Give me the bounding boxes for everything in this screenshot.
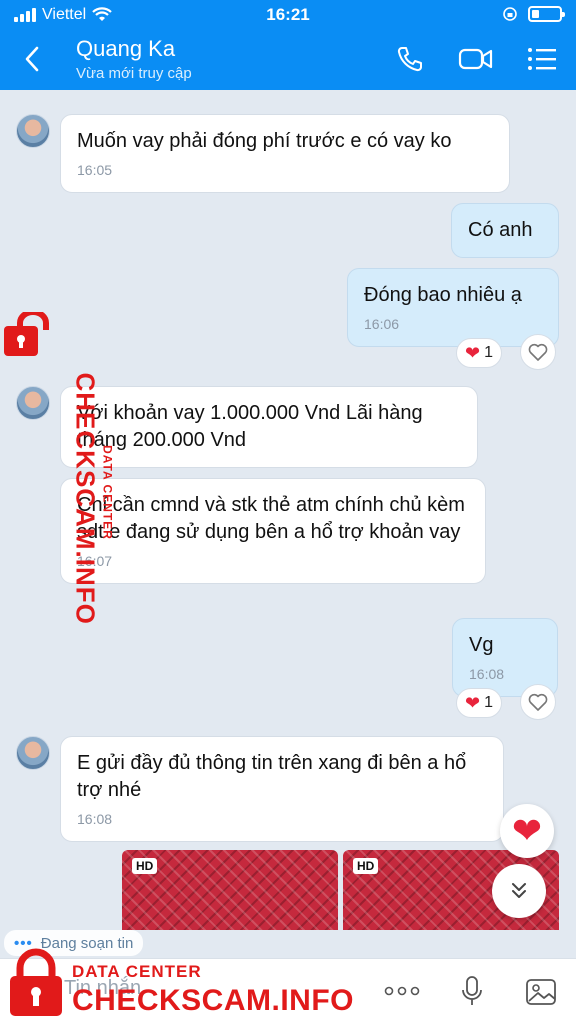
- avatar[interactable]: [16, 114, 50, 148]
- lock-icon: [4, 309, 49, 356]
- message-bubble[interactable]: Có anh: [451, 203, 559, 258]
- message-time: 16:05: [77, 162, 113, 178]
- lock-icon: [10, 948, 62, 1016]
- more-button[interactable]: [384, 973, 420, 1009]
- back-button[interactable]: [18, 42, 46, 76]
- chevron-down-icon: [512, 883, 526, 898]
- reaction-count: 1: [484, 694, 493, 711]
- message-text: E gửi đầy đủ thông tin trên xang đi bên …: [77, 752, 467, 801]
- message-text: Chỉ cần cmnd và stk thẻ atm chính chủ kè…: [77, 494, 465, 543]
- quick-react-button[interactable]: ❤: [500, 804, 554, 858]
- message-time: 16:06: [364, 316, 400, 332]
- input-actions: [384, 973, 560, 1009]
- reaction-badge[interactable]: ❤ 1: [456, 688, 502, 718]
- heart-icon: ❤: [465, 693, 481, 713]
- hd-badge: HD: [132, 858, 158, 874]
- voice-button[interactable]: [454, 973, 490, 1009]
- phone-icon: [397, 47, 422, 72]
- like-button[interactable]: [520, 334, 556, 370]
- like-icon: [528, 343, 548, 361]
- scroll-down-button[interactable]: [492, 864, 546, 918]
- reaction-badge[interactable]: ❤ 1: [456, 338, 502, 368]
- message-bubble[interactable]: Với khoản vay 1.000.000 Vnd Lãi hàng thá…: [60, 386, 478, 468]
- watermark-big: CHECKSCAM.INFO: [70, 372, 101, 625]
- mic-icon: [462, 976, 482, 1005]
- watermark-bottom-lock: [6, 948, 66, 1023]
- message-bubble[interactable]: Chỉ cần cmnd và stk thẻ atm chính chủ kè…: [60, 478, 486, 584]
- top-bar: Viettel 16:21 Quang Ka Vừa mới truy cập: [0, 0, 576, 90]
- avatar[interactable]: [16, 736, 50, 770]
- status-right: [502, 6, 565, 22]
- message-text: Muốn vay phải đóng phí trước e có vay ko: [77, 130, 452, 152]
- message-time: 16:08: [77, 811, 113, 827]
- more-icon: [384, 986, 420, 996]
- video-call-button[interactable]: [458, 42, 494, 76]
- heart-icon: ❤: [465, 343, 481, 363]
- menu-icon: [528, 48, 556, 70]
- watermark-bottom-big: CHECKSCAM.INFO: [72, 984, 354, 1017]
- like-icon: [528, 693, 548, 711]
- like-button[interactable]: [520, 684, 556, 720]
- back-icon: [25, 46, 39, 72]
- watermark-bottom-small: DATA CENTER: [72, 962, 202, 981]
- message-text: Với khoản vay 1.000.000 Vnd Lãi hàng thá…: [77, 402, 423, 451]
- orientation-lock-icon: [503, 7, 517, 21]
- menu-button[interactable]: [524, 42, 560, 76]
- avatar[interactable]: [16, 386, 50, 420]
- message-time: 16:07: [77, 553, 113, 569]
- watermark-small: DATA CENTER: [100, 445, 115, 540]
- clock: 16:21: [266, 5, 310, 24]
- message-text: Có anh: [468, 219, 533, 241]
- message-time: 16:08: [469, 666, 505, 682]
- contact-status: Vừa mới truy cập: [76, 65, 192, 82]
- hd-badge: HD: [353, 858, 379, 874]
- contact-name[interactable]: Quang Ka: [76, 36, 175, 62]
- watermark-side: DATA CENTER CHECKSCAM.INFO: [70, 372, 115, 625]
- gallery-button[interactable]: [524, 973, 560, 1009]
- reaction-count: 1: [484, 344, 493, 361]
- message-text: Vg: [469, 634, 494, 656]
- voice-call-button[interactable]: [392, 42, 428, 76]
- message-bubble[interactable]: E gửi đầy đủ thông tin trên xang đi bên …: [60, 736, 504, 842]
- watermark-lock-icon: [4, 309, 62, 361]
- video-call-icon: [458, 48, 493, 70]
- message-bubble[interactable]: Muốn vay phải đóng phí trước e có vay ko…: [60, 114, 510, 193]
- image-icon: [526, 979, 556, 1005]
- heart-icon: ❤: [511, 810, 543, 851]
- header-actions: [392, 42, 560, 76]
- message-text: Đóng bao nhiêu ạ: [364, 284, 522, 306]
- image-attachment[interactable]: HD: [122, 850, 338, 930]
- battery-icon: [528, 6, 565, 22]
- message-bubble[interactable]: Đóng bao nhiêu ạ 16:06: [347, 268, 559, 347]
- status-bar: Viettel 16:21: [0, 0, 576, 30]
